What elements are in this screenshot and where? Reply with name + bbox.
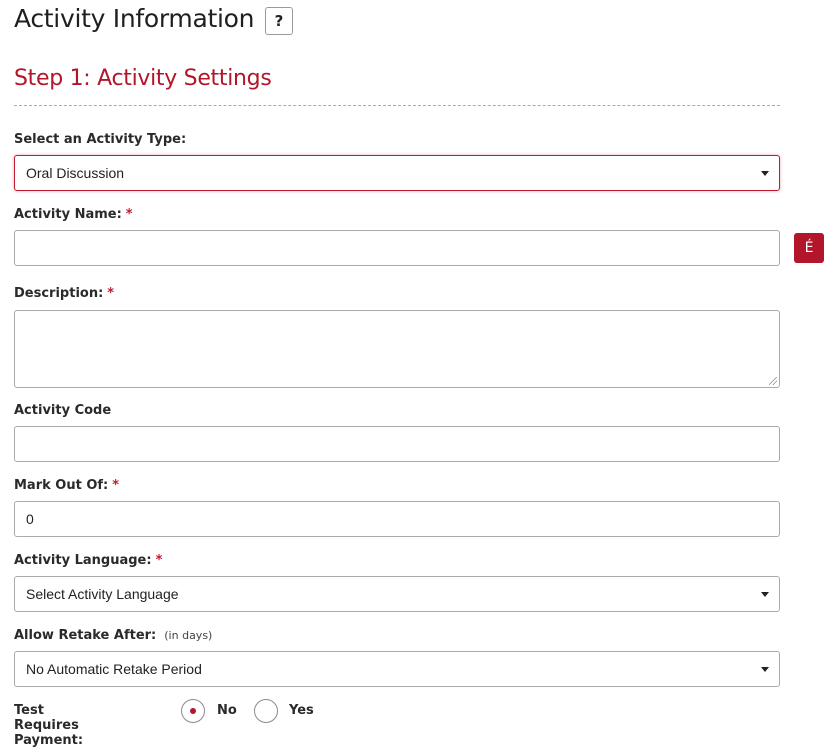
activity-code-label-text: Activity Code (14, 403, 112, 418)
step-divider (14, 105, 780, 106)
chevron-down-icon (761, 592, 769, 597)
chevron-down-icon (761, 171, 769, 176)
allow-retake-value: No Automatic Retake Period (26, 661, 202, 677)
activity-type-value: Oral Discussion (26, 165, 125, 181)
help-button[interactable]: ? (265, 7, 293, 35)
description-label-text: Description: (14, 286, 104, 301)
activity-type-label-text: Select an Activity Type: (14, 132, 187, 147)
accent-character-button[interactable]: É (794, 233, 824, 263)
allow-retake-label: Allow Retake After: (in days) (14, 628, 212, 643)
activity-name-label: Activity Name: * (14, 207, 133, 222)
page-title: Activity Information (14, 4, 255, 33)
allow-retake-label-text: Allow Retake After: (14, 628, 157, 643)
required-marker: * (125, 207, 133, 222)
activity-name-label-text: Activity Name: (14, 207, 122, 222)
payment-yes-radio[interactable] (254, 699, 278, 723)
description-label: Description: * (14, 286, 114, 301)
payment-no-label[interactable]: No (217, 703, 237, 718)
activity-name-input[interactable] (14, 230, 780, 266)
payment-yes-label[interactable]: Yes (289, 703, 314, 718)
resize-handle-icon[interactable] (769, 377, 777, 385)
test-requires-payment-label: Test Requires Payment: (14, 703, 84, 748)
required-marker: * (112, 478, 120, 493)
activity-type-label: Select an Activity Type: (14, 132, 186, 147)
activity-language-select[interactable]: Select Activity Language (14, 576, 780, 612)
allow-retake-select[interactable]: No Automatic Retake Period (14, 651, 780, 687)
description-textarea[interactable] (14, 310, 780, 388)
mark-out-of-input[interactable]: 0 (14, 501, 780, 537)
mark-out-of-value: 0 (26, 511, 34, 527)
activity-code-input[interactable] (14, 426, 780, 462)
allow-retake-hint: (in days) (164, 629, 213, 642)
radio-selected-dot (190, 708, 196, 714)
mark-out-of-label-text: Mark Out Of: (14, 478, 109, 493)
activity-language-label-text: Activity Language: (14, 553, 152, 568)
payment-no-radio[interactable] (181, 699, 205, 723)
required-marker: * (155, 553, 163, 568)
activity-language-value: Select Activity Language (26, 586, 179, 602)
mark-out-of-label: Mark Out Of: * (14, 478, 119, 493)
activity-language-label: Activity Language: * (14, 553, 162, 568)
activity-code-label: Activity Code (14, 403, 111, 418)
step-title: Step 1: Activity Settings (14, 66, 272, 91)
required-marker: * (107, 286, 115, 301)
activity-type-select[interactable]: Oral Discussion (14, 155, 780, 191)
chevron-down-icon (761, 667, 769, 672)
